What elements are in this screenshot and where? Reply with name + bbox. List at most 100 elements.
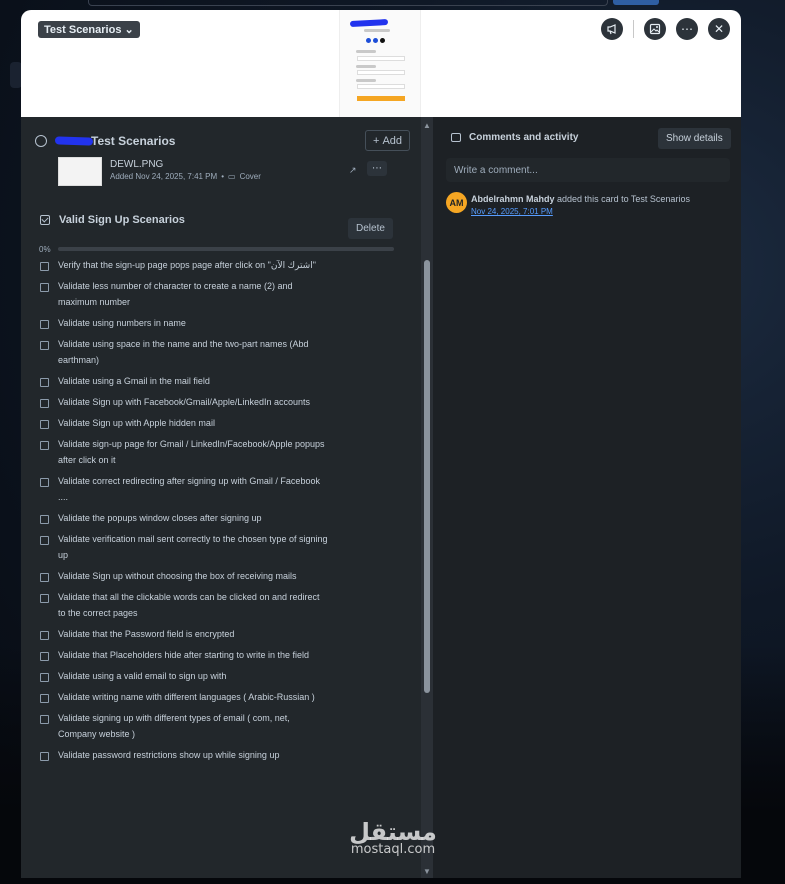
checklist-item[interactable]: Validate Sign up with Apple hidden mail — [40, 418, 400, 431]
checklist-item-text[interactable]: Validate using a valid email to sign up … — [58, 668, 328, 684]
attachment-meta: Added Nov 24, 2025, 7:41 PM • ▭ Cover — [110, 172, 261, 181]
activity-header: Comments and activity — [451, 132, 578, 143]
checklist-item[interactable]: Validate that the Password field is encr… — [40, 629, 400, 642]
checklist-items: Verify that the sign-up page pops page a… — [40, 260, 400, 771]
checklist-item-text[interactable]: Validate that all the clickable words ca… — [58, 589, 328, 621]
add-button[interactable]: + Add — [365, 130, 411, 151]
checklist-item[interactable]: Validate correct redirecting after signi… — [40, 476, 400, 505]
checklist-header: Valid Sign Up Scenarios — [40, 209, 395, 231]
checkbox[interactable] — [40, 341, 49, 350]
checklist-item-text[interactable]: Validate less number of character to cre… — [58, 278, 328, 310]
checkbox[interactable] — [40, 673, 49, 682]
checklist-item[interactable]: Validate sign-up page for Gmail / Linked… — [40, 439, 400, 468]
checkbox[interactable] — [40, 515, 49, 524]
checklist-item[interactable]: Validate that Placeholders hide after st… — [40, 650, 400, 663]
activity-user[interactable]: Abdelrahmn Mahdy — [471, 194, 555, 204]
checklist-item-text[interactable]: Validate using a Gmail in the mail field — [58, 373, 328, 389]
activity-action: added this card to Test Scenarios — [557, 194, 690, 204]
checkbox[interactable] — [40, 573, 49, 582]
checklist-item[interactable]: Validate using a valid email to sign up … — [40, 671, 400, 684]
attachment-thumbnail[interactable] — [58, 157, 102, 186]
show-details-button[interactable]: Show details — [658, 128, 731, 149]
redaction-mark — [54, 136, 94, 146]
checkbox[interactable] — [40, 536, 49, 545]
checklist-item-text[interactable]: Validate Sign up without choosing the bo… — [58, 568, 328, 584]
checklist-item[interactable]: Validate Sign up without choosing the bo… — [40, 571, 400, 584]
scroll-down-icon[interactable]: ▼ — [423, 867, 431, 876]
board-header-button — [613, 0, 659, 5]
attachment-added: Added Nov 24, 2025, 7:41 PM — [110, 172, 218, 181]
checklist-item-text[interactable]: Validate correct redirecting after signi… — [58, 473, 328, 505]
scroll-thumb[interactable] — [424, 260, 430, 693]
checkbox[interactable] — [40, 752, 49, 761]
checklist-item[interactable]: Validate Sign up with Facebook/Gmail/App… — [40, 397, 400, 410]
checkbox[interactable] — [40, 715, 49, 724]
plus-icon: + — [373, 134, 380, 147]
checklist-item[interactable]: Validate less number of character to cre… — [40, 281, 400, 310]
card-main-scroll: Test Scenarios + Add DEWL.PNG Added Nov … — [21, 117, 421, 878]
scrollbar[interactable]: ▲ ▼ — [421, 117, 433, 878]
activity-timestamp[interactable]: Nov 24, 2025, 7:01 PM — [471, 207, 553, 216]
cover-icon: ▭ — [228, 172, 236, 181]
checklist-item[interactable]: Validate using a Gmail in the mail field — [40, 376, 400, 389]
board-header-search — [88, 0, 608, 6]
checklist-progress: 0% — [39, 244, 394, 254]
checklist-item-text[interactable]: Validate Sign up with Facebook/Gmail/App… — [58, 394, 328, 410]
card-body: Test Scenarios + Add DEWL.PNG Added Nov … — [21, 10, 741, 878]
progress-percent: 0% — [39, 244, 51, 254]
checkbox[interactable] — [40, 594, 49, 603]
card-main-panel: Test Scenarios + Add DEWL.PNG Added Nov … — [21, 117, 433, 878]
checkbox[interactable] — [40, 420, 49, 429]
checkbox[interactable] — [40, 652, 49, 661]
checklist-item[interactable]: Validate writing name with different lan… — [40, 692, 400, 705]
checklist-item-text[interactable]: Validate the popups window closes after … — [58, 510, 328, 526]
checkbox[interactable] — [40, 378, 49, 387]
checklist-item[interactable]: Verify that the sign-up page pops page a… — [40, 260, 400, 273]
checkbox[interactable] — [40, 441, 49, 450]
avatar[interactable]: AM — [446, 192, 467, 213]
checklist-item-text[interactable]: Validate signing up with different types… — [58, 710, 328, 742]
watermark: مستقل mostaql.com — [343, 818, 443, 868]
delete-checklist-button[interactable]: Delete — [348, 218, 393, 239]
checkbox[interactable] — [40, 694, 49, 703]
checkbox[interactable] — [40, 478, 49, 487]
card-title[interactable]: Test Scenarios — [91, 134, 175, 148]
checklist-item-text[interactable]: Verify that the sign-up page pops page a… — [58, 257, 328, 273]
checklist-item-text[interactable]: Validate that the Password field is encr… — [58, 626, 328, 642]
checklist-item[interactable]: Validate signing up with different types… — [40, 713, 400, 742]
activity-text: Abdelrahmn Mahdy added this card to Test… — [471, 194, 690, 204]
attachment-more-button[interactable]: ⋯ — [367, 161, 387, 176]
checklist-item[interactable]: Validate using space in the name and the… — [40, 339, 400, 368]
attachment-name[interactable]: DEWL.PNG — [110, 159, 163, 170]
checkbox[interactable] — [40, 262, 49, 271]
checklist-item-text[interactable]: Validate writing name with different lan… — [58, 689, 328, 705]
checklist-item-text[interactable]: Validate password restrictions show up w… — [58, 747, 328, 763]
checklist-item-text[interactable]: Validate using numbers in name — [58, 315, 328, 331]
attachment-item[interactable]: DEWL.PNG Added Nov 24, 2025, 7:41 PM • ▭… — [58, 157, 388, 195]
checklist-item[interactable]: Validate the popups window closes after … — [40, 513, 400, 526]
progress-track — [58, 247, 394, 251]
open-external-icon[interactable]: ↗ — [349, 165, 357, 176]
watermark-latin: mostaql.com — [350, 842, 436, 857]
complete-toggle[interactable] — [35, 135, 47, 147]
checkbox[interactable] — [40, 399, 49, 408]
checklist-item[interactable]: Validate password restrictions show up w… — [40, 750, 400, 763]
add-button-label: Add — [382, 134, 403, 147]
checklist-item[interactable]: Validate verification mail sent correctl… — [40, 534, 400, 563]
checkbox[interactable] — [40, 283, 49, 292]
activity-title: Comments and activity — [469, 132, 579, 143]
checklist-title[interactable]: Valid Sign Up Scenarios — [59, 214, 185, 226]
checklist-icon — [40, 215, 50, 225]
checklist-item[interactable]: Validate using numbers in name — [40, 318, 400, 331]
checklist-item-text[interactable]: Validate sign-up page for Gmail / Linked… — [58, 436, 328, 468]
checklist-item-text[interactable]: Validate using space in the name and the… — [58, 336, 328, 368]
checklist-item[interactable]: Validate that all the clickable words ca… — [40, 592, 400, 621]
checklist-item-text[interactable]: Validate that Placeholders hide after st… — [58, 647, 328, 663]
checklist-item-text[interactable]: Validate Sign up with Apple hidden mail — [58, 415, 328, 431]
scroll-up-icon[interactable]: ▲ — [423, 121, 431, 130]
comment-input[interactable]: Write a comment... — [446, 158, 730, 182]
checkbox[interactable] — [40, 631, 49, 640]
checkbox[interactable] — [40, 320, 49, 329]
activity-panel: Comments and activity Show details Write… — [434, 117, 741, 878]
checklist-item-text[interactable]: Validate verification mail sent correctl… — [58, 531, 328, 563]
